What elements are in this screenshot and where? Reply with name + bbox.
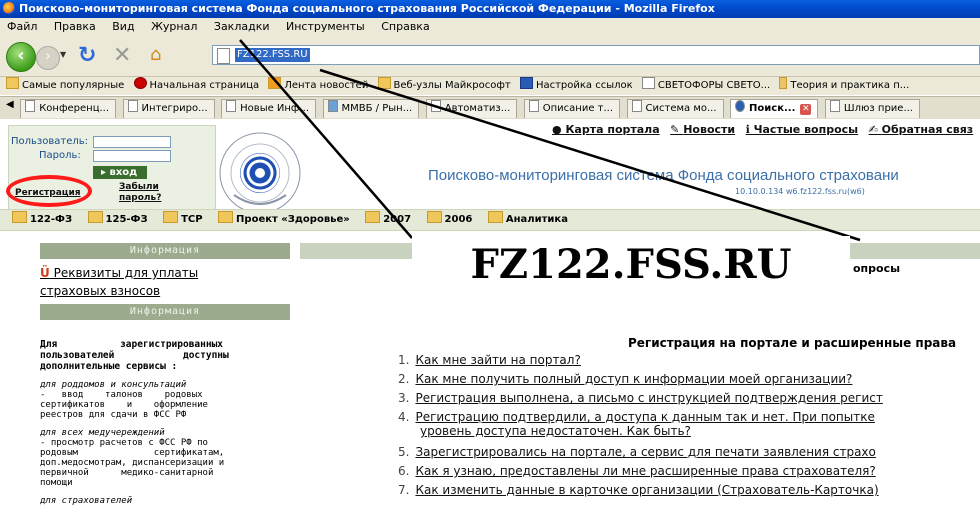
- annotation-line-right: [319, 68, 861, 242]
- annotation-line-left: [239, 39, 413, 239]
- callout-text: FZ122.FSS.RU: [470, 241, 792, 288]
